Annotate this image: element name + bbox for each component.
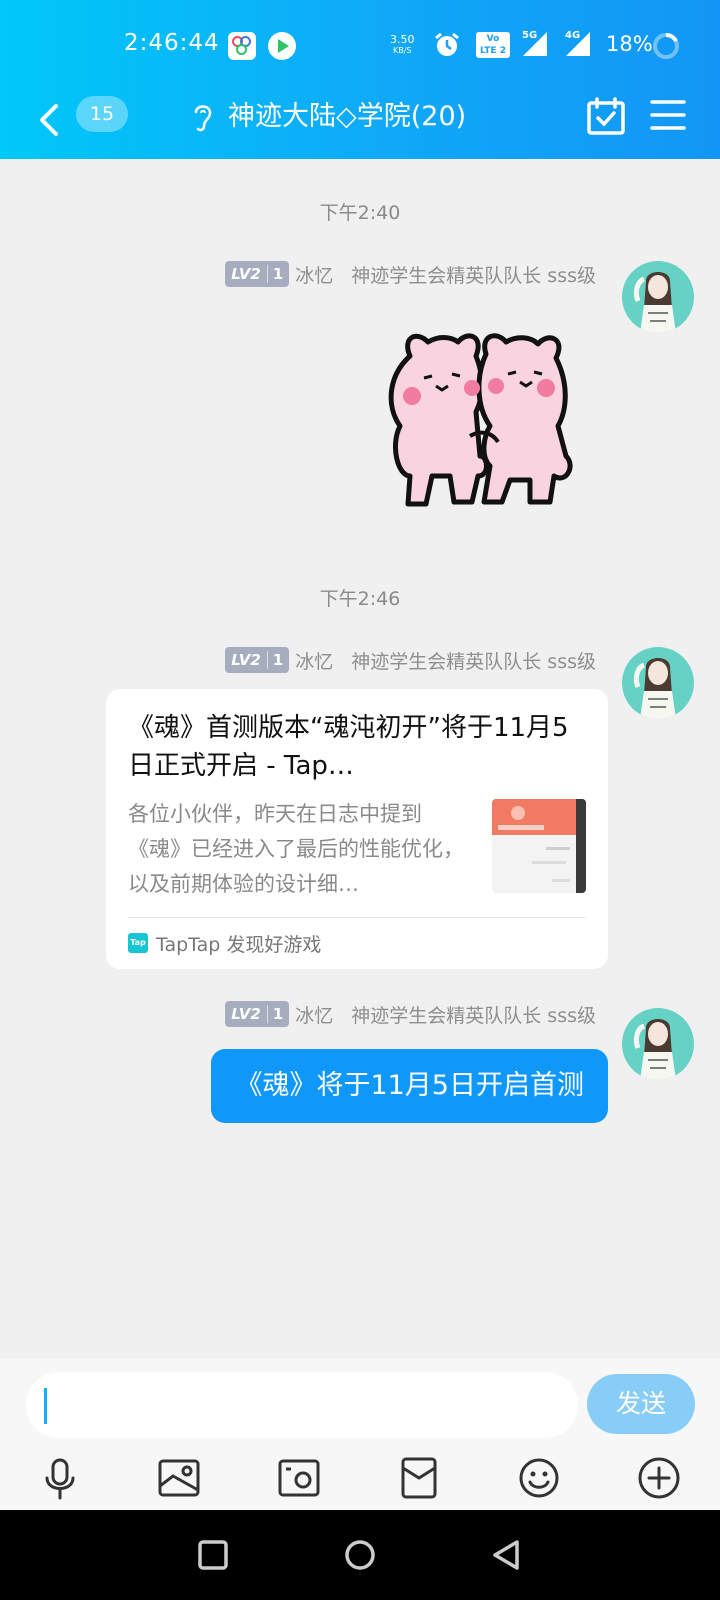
image-icon[interactable] <box>157 1456 201 1500</box>
signal-icon <box>523 32 547 56</box>
message-timestamp: 下午2:40 <box>319 202 401 224</box>
network-speed-unit: KB/S <box>392 46 412 55</box>
card-title: 《魂》首测版本“魂沌初开”将于11月5日正式开启 - Tap… <box>128 713 569 781</box>
message-timestamp: 下午2:46 <box>319 588 401 610</box>
home-icon[interactable] <box>343 1538 377 1572</box>
header: 2:46:44 3.50 KB/S Vo LTE 2 5G 4G 18% 15 … <box>0 0 720 159</box>
level-number: 1 <box>266 651 283 669</box>
link-card[interactable]: 《魂》首测版本“魂沌初开”将于11月5日正式开启 - Tap… 各位小伙伴，昨天… <box>106 689 608 969</box>
plus-icon[interactable] <box>637 1456 681 1500</box>
sender-title: 神迹学生会精英队队长 sss级 <box>351 1004 596 1027</box>
emoji-icon[interactable] <box>517 1456 561 1500</box>
chat-title[interactable]: 神迹大陆◇学院(20) <box>228 94 466 133</box>
card-source-label: TapTap 发现好游戏 <box>156 933 322 956</box>
avatar[interactable] <box>622 647 694 719</box>
unread-count-badge[interactable]: 15 <box>76 96 128 132</box>
level-number: 1 <box>266 265 283 283</box>
level-number: 1 <box>266 1005 283 1023</box>
card-description: 各位小伙伴，昨天在日志中提到《魂》已经进入了最后的性能优化，以及前期体验的设计细… <box>128 802 464 896</box>
message-bubble[interactable]: 《魂》将于11月5日开启首测 <box>211 1049 608 1123</box>
microphone-icon[interactable] <box>38 1456 82 1500</box>
sender-name[interactable]: 冰忆 <box>295 1001 333 1028</box>
camera-icon[interactable] <box>277 1456 321 1500</box>
sender-name[interactable]: 冰忆 <box>295 261 333 288</box>
avatar[interactable] <box>622 261 694 333</box>
volte-icon: Vo LTE 2 <box>476 32 510 58</box>
sender-title: 神迹学生会精英队队长 sss级 <box>351 264 596 287</box>
level-badge: LV2 1 <box>225 647 290 673</box>
sender-name[interactable]: 冰忆 <box>295 647 333 674</box>
signal-icon <box>566 32 590 56</box>
level-label: LV2 <box>231 1005 261 1023</box>
volte-bottom: LTE 2 <box>480 46 506 56</box>
app-notification-icon <box>228 32 256 60</box>
ear-icon <box>194 105 212 132</box>
level-badge: LV2 1 <box>225 261 290 287</box>
volte-top: Vo <box>486 34 500 44</box>
level-label: LV2 <box>231 651 261 669</box>
level-label: LV2 <box>231 265 261 283</box>
sender-title: 神迹学生会精英队队长 sss级 <box>351 650 596 673</box>
level-badge: LV2 1 <box>225 1001 290 1027</box>
text-caret <box>44 1388 47 1424</box>
network-speed: 3.50 KB/S <box>390 34 415 56</box>
battery-level: 18% <box>606 32 653 56</box>
card-thumbnail <box>492 799 586 893</box>
message-input[interactable] <box>26 1372 578 1438</box>
input-bar: 发送 <box>0 1358 720 1510</box>
back-nav-icon[interactable] <box>490 1538 524 1572</box>
system-nav-bar <box>0 1510 720 1600</box>
sender-line: LV2 1 冰忆 神迹学生会精英队队长 sss级 <box>225 646 596 674</box>
sender-line: LV2 1 冰忆 神迹学生会精英队队长 sss级 <box>225 260 596 288</box>
avatar[interactable] <box>622 1008 694 1080</box>
sender-line: LV2 1 冰忆 神迹学生会精英队队长 sss级 <box>225 1000 596 1028</box>
recent-apps-icon[interactable] <box>196 1538 230 1572</box>
taptap-logo-icon: Tap <box>128 933 148 953</box>
calendar-check-icon[interactable] <box>586 96 626 136</box>
alarm-icon <box>435 32 459 56</box>
battery-ring-icon <box>653 33 679 59</box>
card-source: Tap TapTap 发现好游戏 <box>128 927 321 959</box>
menu-icon[interactable] <box>650 98 686 132</box>
red-packet-icon[interactable] <box>397 1456 441 1500</box>
video-app-icon <box>268 32 296 60</box>
title-bar: 15 神迹大陆◇学院(20) <box>0 92 720 159</box>
card-divider <box>128 917 586 918</box>
back-icon[interactable] <box>34 100 64 140</box>
status-time: 2:46:44 <box>124 30 220 56</box>
send-button[interactable]: 发送 <box>587 1374 695 1434</box>
status-bar: 2:46:44 3.50 KB/S Vo LTE 2 5G 4G 18% <box>0 0 720 92</box>
sticker-image[interactable] <box>380 326 590 522</box>
